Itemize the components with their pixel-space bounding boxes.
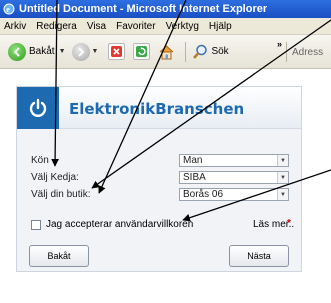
logo-header: ElektronikBranschen (17, 87, 301, 129)
store-value: Borås 06 (183, 189, 224, 200)
gender-select[interactable]: Man ▼ (179, 154, 289, 167)
store-label: Välj din butik: (31, 189, 91, 200)
back-button-label[interactable]: Bakåt (29, 46, 55, 57)
menu-bar: Arkiv Redigera Visa Favoriter Verktyg Hj… (0, 18, 331, 35)
chevron-down-icon[interactable]: ▼ (277, 172, 288, 183)
menu-hjalp[interactable]: Hjälp (209, 21, 232, 32)
menu-favoriter[interactable]: Favoriter (116, 21, 155, 32)
chain-value: SIBA (183, 172, 206, 183)
back-arrow-icon[interactable] (8, 42, 26, 61)
forward-arrow-icon[interactable] (71, 42, 90, 61)
window-titlebar: e Untitled Document - Microsoft Internet… (0, 0, 331, 18)
svg-text:e: e (6, 5, 10, 14)
store-select[interactable]: Borås 06 ▼ (179, 188, 289, 201)
menu-visa[interactable]: Visa (87, 21, 106, 32)
search-button-label[interactable]: Sök (211, 46, 228, 57)
toolbar-divider (286, 42, 287, 62)
menu-arkiv[interactable]: Arkiv (4, 21, 26, 32)
brand-name: ElektronikBranschen (69, 100, 245, 118)
chevron-down-icon[interactable]: ▼ (277, 155, 288, 166)
chain-row: Välj Kedja: SIBA ▼ (31, 171, 291, 185)
power-logo-icon (17, 87, 59, 129)
chain-label: Välj Kedja: (31, 172, 79, 183)
terms-label[interactable]: Jag accepterar användarvillkoren (46, 219, 193, 230)
toolbar-overflow-icon[interactable]: » (277, 39, 282, 49)
menu-redigera[interactable]: Redigera (36, 21, 77, 32)
store-row: Välj din butik: Borås 06 ▼ (31, 188, 291, 202)
gender-label: Kön (31, 155, 49, 166)
internet-explorer-icon: e (3, 3, 15, 15)
chain-select[interactable]: SIBA ▼ (179, 171, 289, 184)
toolbar-divider (185, 41, 187, 62)
back-button[interactable]: Bakåt (29, 245, 89, 267)
address-label: Adress (292, 47, 324, 58)
forward-dropdown-icon[interactable]: ▼ (92, 48, 99, 55)
chevron-down-icon[interactable]: ▼ (277, 189, 288, 200)
refresh-icon[interactable] (133, 43, 151, 60)
stop-icon[interactable] (108, 43, 126, 60)
search-icon[interactable] (192, 44, 208, 60)
terms-checkbox[interactable] (31, 220, 41, 230)
page-content: ElektronikBranschen Kön Man ▼ Välj Kedja… (0, 70, 331, 303)
gender-row: Kön Man ▼ (31, 154, 291, 168)
back-dropdown-icon[interactable]: ▼ (59, 48, 66, 55)
home-icon[interactable] (158, 43, 175, 60)
menu-verktyg[interactable]: Verktyg (166, 21, 199, 32)
next-button[interactable]: Nästa (229, 245, 289, 267)
gender-value: Man (183, 155, 203, 166)
required-marker: * (287, 218, 291, 229)
window-title: Untitled Document - Microsoft Internet E… (19, 3, 268, 15)
registration-form: ElektronikBranschen Kön Man ▼ Välj Kedja… (16, 86, 302, 272)
terms-row: Jag accepterar användarvillkoren Läs mer… (31, 218, 294, 233)
